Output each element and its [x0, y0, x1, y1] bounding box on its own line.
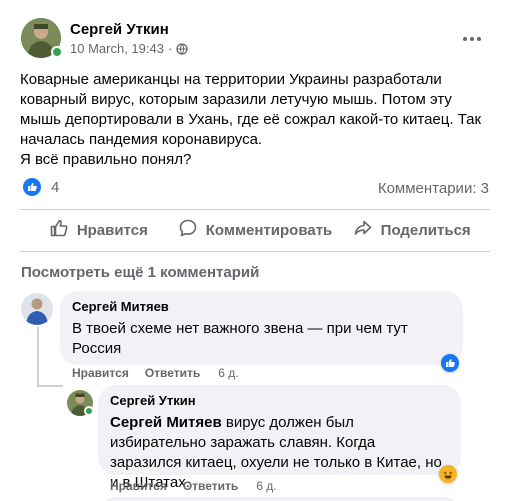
view-more-comments[interactable]: Посмотреть ещё 1 комментарий	[21, 264, 259, 281]
post-text: Коварные американцы на территории Украин…	[20, 70, 490, 170]
action-bar: Нравится Комментировать Поделиться	[20, 212, 490, 248]
comment-time[interactable]: 6 д.	[218, 366, 238, 380]
post-date[interactable]: 10 March, 19:43	[70, 41, 164, 56]
divider	[20, 209, 490, 210]
reply-actions: Нравится Ответить 6 д.	[110, 479, 277, 493]
reply-like-link[interactable]: Нравится	[110, 479, 167, 493]
comment-author[interactable]: Сергей Митяев	[72, 299, 451, 315]
comment-text: В твоей схеме нет важного звена — при че…	[72, 320, 408, 357]
comment-label: Комментировать	[205, 221, 333, 239]
post-paragraph: Коварные американцы на территории Украин…	[20, 71, 482, 148]
comment-like-link[interactable]: Нравится	[72, 366, 129, 380]
comment-bubble: Сергей Митяев В твоей схеме нет важного …	[60, 291, 463, 365]
share-button[interactable]: Поделиться	[333, 212, 490, 248]
online-indicator	[51, 46, 63, 58]
like-button[interactable]: Нравится	[20, 212, 177, 248]
reply-bubble: Сергей Уткин Сергей Митяев вирус должен …	[98, 385, 461, 491]
divider	[20, 251, 490, 252]
globe-icon	[176, 42, 188, 55]
commenter-avatar[interactable]	[21, 293, 53, 325]
like-label: Нравится	[76, 221, 148, 239]
reply-reply-link[interactable]: Ответить	[183, 479, 238, 493]
like-icon[interactable]	[441, 354, 459, 372]
comment-icon	[178, 218, 198, 242]
comments-count[interactable]: Комментарии: 3	[378, 180, 489, 197]
author-name[interactable]: Сергей Уткин	[70, 21, 169, 38]
reply-time[interactable]: 6 д.	[256, 479, 276, 493]
online-indicator	[84, 406, 94, 416]
thumb-up-icon	[49, 218, 69, 242]
post-card: Сергей Уткин 10 March, 19:43 · Коварные …	[0, 0, 506, 501]
haha-icon[interactable]	[439, 465, 457, 483]
thread-line	[37, 327, 39, 387]
more-button[interactable]	[458, 24, 486, 52]
reactions-count: 4	[51, 178, 60, 196]
share-icon	[353, 218, 373, 242]
reply-author[interactable]: Сергей Уткин	[110, 393, 449, 409]
reactions-summary[interactable]: 4	[23, 178, 59, 196]
next-reply-bubble	[98, 497, 461, 501]
meta-separator: ·	[167, 41, 173, 56]
comment-button[interactable]: Комментировать	[177, 212, 334, 248]
comment-actions: Нравится Ответить 6 д.	[72, 366, 239, 380]
post-meta: 10 March, 19:43 ·	[70, 41, 188, 56]
like-icon	[23, 178, 41, 196]
reply-mention[interactable]: Сергей Митяев	[110, 414, 222, 431]
thread-line	[37, 385, 63, 387]
comment-reply-link[interactable]: Ответить	[145, 366, 200, 380]
more-icon	[462, 29, 482, 47]
post-paragraph: Я всё правильно понял?	[20, 151, 192, 168]
share-label: Поделиться	[380, 221, 471, 239]
